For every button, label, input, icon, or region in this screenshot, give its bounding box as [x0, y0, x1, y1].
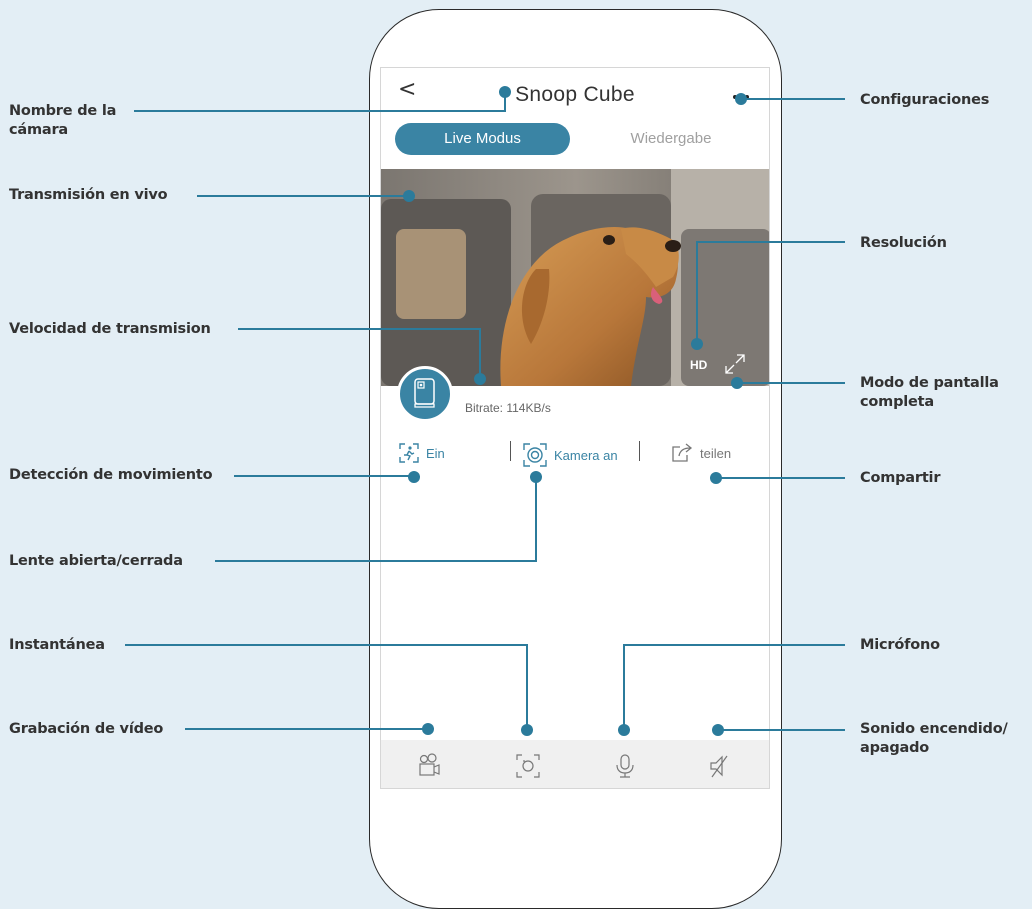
label-bitrate: Velocidad de transmision	[9, 321, 211, 337]
callout-markers	[403, 86, 747, 736]
label-motion-detection: Detección de movimiento	[9, 467, 213, 483]
label-fullscreen: Modo de pantalla completa	[860, 375, 999, 410]
label-snapshot: Instantánea	[9, 637, 105, 653]
callout-lines	[125, 86, 845, 736]
label-microphone: Micrófono	[860, 637, 940, 653]
label-camera-name: Nombre de la cámara	[9, 103, 117, 138]
label-resolution: Resolución	[860, 235, 947, 251]
label-settings: Configuraciones	[860, 92, 990, 108]
label-share: Compartir	[860, 470, 941, 486]
label-video-record: Grabación de vídeo	[9, 721, 164, 737]
label-lens: Lente abierta/cerrada	[9, 553, 183, 569]
label-sound: Sonido encendido/ apagado	[860, 721, 1008, 756]
label-live-stream: Transmisión en vivo	[9, 187, 168, 203]
